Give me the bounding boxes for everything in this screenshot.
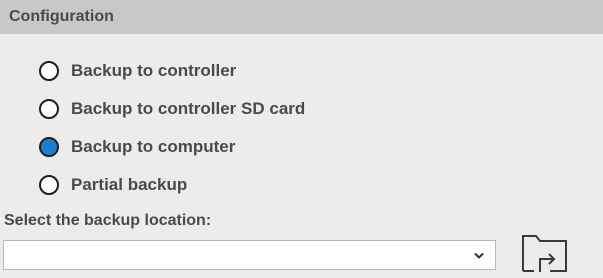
radio-button[interactable] (39, 137, 59, 157)
radio-button[interactable] (39, 99, 59, 119)
radio-button[interactable] (39, 175, 59, 195)
backup-location-select[interactable] (3, 240, 496, 270)
radio-label: Backup to controller SD card (71, 99, 306, 118)
radio-backup-to-controller[interactable]: Backup to controller (39, 58, 439, 84)
chevron-down-icon[interactable] (473, 250, 485, 262)
panel-title: Configuration (9, 8, 114, 25)
panel-header: Configuration (0, 0, 603, 34)
configuration-panel: Configuration Backup to controller Backu… (0, 0, 603, 278)
folder-export-icon[interactable] (520, 232, 570, 274)
backup-location-label: Select the backup location: (4, 212, 212, 229)
radio-backup-to-controller-sd-card[interactable]: Backup to controller SD card (39, 96, 439, 122)
radio-button[interactable] (39, 61, 59, 81)
radio-backup-to-computer[interactable]: Backup to computer (39, 134, 439, 160)
radio-label: Backup to computer (71, 137, 236, 156)
radio-label: Backup to controller (71, 61, 237, 80)
radio-label: Partial backup (71, 175, 188, 194)
radio-partial-backup[interactable]: Partial backup (39, 172, 439, 198)
